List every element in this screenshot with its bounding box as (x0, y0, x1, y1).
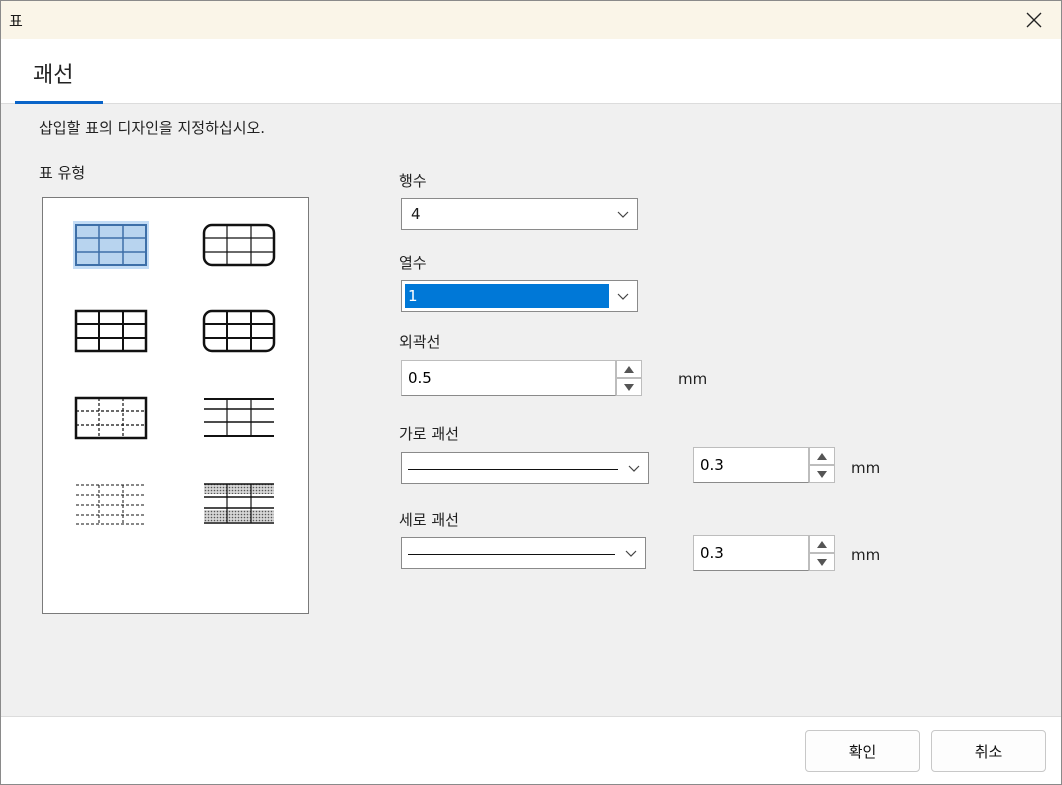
horizontal-line-label: 가로 괘선 (399, 425, 459, 443)
horizontal-lines-icon (204, 398, 274, 437)
vertical-line-unit: mm (851, 546, 881, 564)
horizontal-line-style-select[interactable] (401, 452, 649, 484)
table-style-grid-filled[interactable] (73, 221, 149, 269)
vertical-line-input[interactable] (693, 535, 809, 571)
ok-button[interactable]: 확인 (805, 730, 920, 772)
grid-filled-icon (75, 224, 147, 266)
table-style-grid-dashed-inner[interactable] (73, 394, 149, 442)
chevron-down-icon (617, 293, 629, 300)
rows-label: 행수 (399, 172, 427, 190)
dashed-all-icon (76, 484, 146, 525)
tab-bar: 괘선 (1, 39, 1061, 104)
tab-active-indicator (15, 101, 103, 104)
triangle-down-icon (817, 470, 827, 478)
vertical-line-spinner (693, 535, 835, 571)
table-dialog: 표 괘선 삽입할 표의 디자인을 지정하십시오. 표 유형 행수 4 열수 1 … (0, 0, 1062, 785)
vertical-line-label: 세로 괘선 (399, 511, 459, 529)
horizontal-line-spinner (693, 447, 835, 483)
outline-label: 외곽선 (399, 333, 441, 351)
columns-label: 열수 (399, 254, 427, 272)
table-style-grid-rounded-bold[interactable] (201, 307, 277, 355)
outline-input[interactable] (401, 360, 616, 396)
horizontal-line-unit: mm (851, 459, 881, 477)
vertical-line-spin-buttons (809, 535, 835, 571)
table-style-grid-bold[interactable] (73, 307, 149, 355)
triangle-down-icon (817, 558, 827, 566)
triangle-up-icon (624, 365, 634, 373)
shaded-bands-icon (204, 483, 274, 524)
chevron-down-icon (625, 550, 637, 557)
table-type-label: 표 유형 (39, 164, 86, 182)
tab-label: 괘선 (33, 63, 74, 88)
table-style-grid-rounded[interactable] (201, 221, 277, 269)
grid-rounded-icon (202, 223, 276, 267)
outline-increment-button[interactable] (616, 360, 642, 378)
vertical-line-style-select[interactable] (401, 537, 646, 569)
horizontal-line-spin-buttons (809, 447, 835, 483)
table-type-list (42, 197, 309, 614)
instruction-text: 삽입할 표의 디자인을 지정하십시오. (39, 119, 266, 137)
tab-ruled-lines[interactable]: 괘선 (15, 39, 103, 104)
vertical-line-decrement-button[interactable] (809, 553, 835, 571)
outline-unit: mm (678, 370, 708, 388)
cancel-button[interactable]: 취소 (931, 730, 1046, 772)
horizontal-line-increment-button[interactable] (809, 447, 835, 465)
horizontal-line-sample (408, 469, 618, 470)
chevron-down-icon (628, 465, 640, 472)
vertical-line-increment-button[interactable] (809, 535, 835, 553)
horizontal-line-input[interactable] (693, 447, 809, 483)
grid-dashed-inner-icon (74, 396, 148, 440)
triangle-up-icon (817, 452, 827, 460)
chevron-down-icon (617, 211, 629, 218)
outline-spin-buttons (616, 360, 642, 396)
grid-rounded-bold-icon (202, 309, 276, 353)
columns-select[interactable]: 1 (401, 280, 638, 312)
vertical-line-sample (408, 554, 615, 555)
table-style-horizontal-lines[interactable] (201, 394, 277, 442)
close-icon (1026, 12, 1042, 28)
dialog-footer: 확인 취소 (1, 716, 1061, 784)
horizontal-line-decrement-button[interactable] (809, 465, 835, 483)
close-button[interactable] (1007, 1, 1061, 39)
table-style-shaded-bands[interactable] (201, 480, 277, 528)
outline-decrement-button[interactable] (616, 378, 642, 396)
grid-bold-icon (74, 309, 148, 353)
title-bar: 표 (1, 1, 1061, 39)
triangle-up-icon (817, 540, 827, 548)
rows-select[interactable]: 4 (401, 198, 638, 230)
triangle-down-icon (624, 383, 634, 391)
rows-value: 4 (411, 205, 421, 223)
columns-value: 1 (405, 284, 609, 308)
outline-spinner (401, 360, 642, 396)
window-title: 표 (9, 12, 23, 30)
table-style-dashed-all[interactable] (73, 480, 149, 528)
